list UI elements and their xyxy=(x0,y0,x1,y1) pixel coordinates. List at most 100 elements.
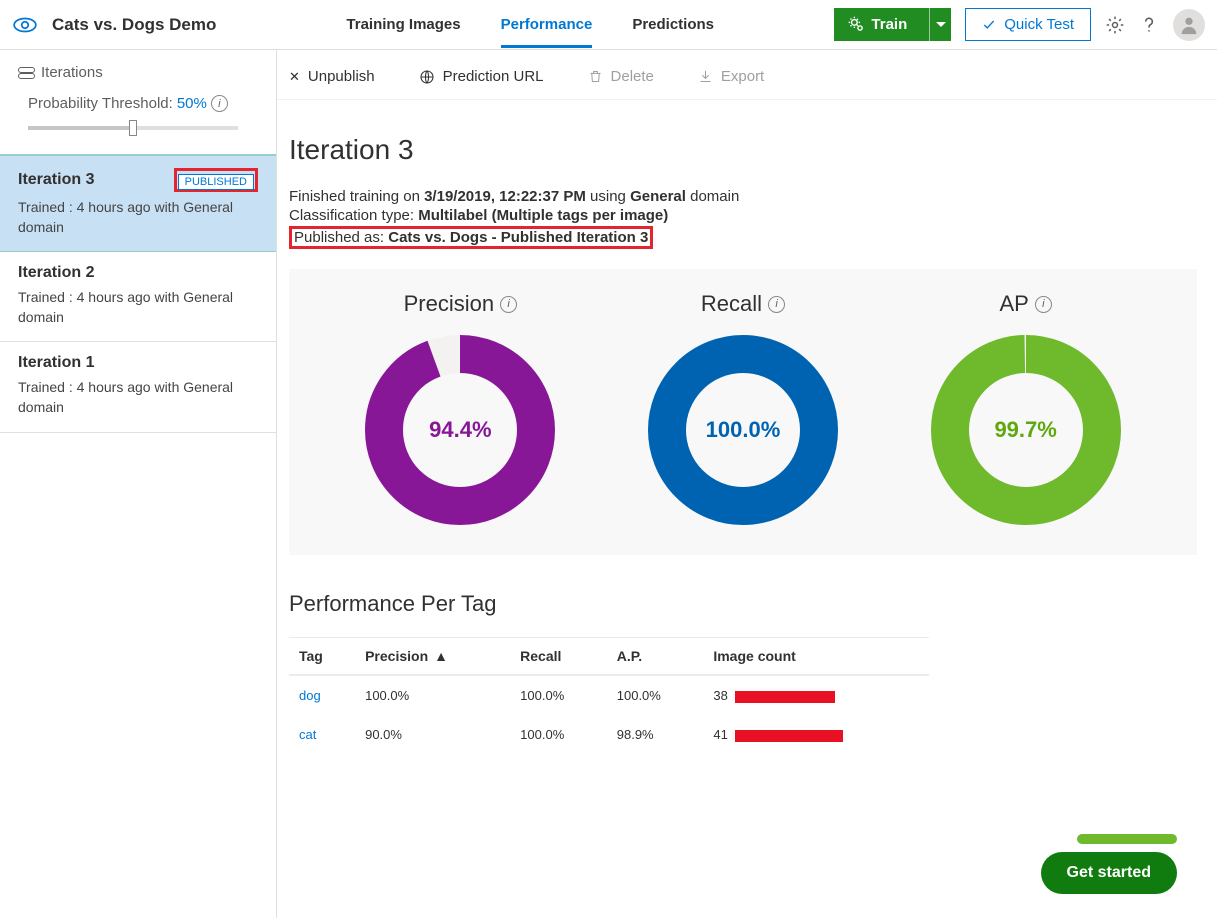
tag-link-cat[interactable]: cat xyxy=(299,727,316,742)
app-header: Cats vs. Dogs Demo Training Images Perfo… xyxy=(0,0,1217,50)
finished-training-line: Finished training on 3/19/2019, 12:22:37… xyxy=(289,188,1197,205)
help-icon[interactable] xyxy=(1139,15,1159,35)
precision-value: 94.4% xyxy=(365,335,555,525)
quick-test-label: Quick Test xyxy=(1004,16,1074,33)
close-icon xyxy=(289,68,300,85)
ap-value: 99.7% xyxy=(931,335,1121,525)
recall-info-icon[interactable]: i xyxy=(768,296,785,313)
quick-test-button[interactable]: Quick Test xyxy=(965,8,1091,41)
text: Published as: xyxy=(294,229,388,246)
logo-eye-icon xyxy=(12,12,38,38)
iteration-item-1[interactable]: Iteration 1 Trained : 4 hours ago with G… xyxy=(0,342,276,432)
export-label: Export xyxy=(721,68,764,85)
col-tag[interactable]: Tag xyxy=(289,638,355,676)
ap-info-icon[interactable]: i xyxy=(1035,296,1052,313)
threshold-row: Probability Threshold: 50% i xyxy=(0,89,276,126)
sidebar-header: Iterations xyxy=(0,50,276,89)
col-precision[interactable]: Precision▲ xyxy=(355,638,510,676)
trash-icon xyxy=(588,69,603,84)
ap-metric: AP i 99.7% xyxy=(906,291,1146,525)
tab-performance[interactable]: Performance xyxy=(501,2,593,48)
export-action: Export xyxy=(698,68,764,85)
iterations-icon xyxy=(18,67,33,79)
cell-ap: 98.9% xyxy=(607,715,704,754)
table-row: dog 100.0% 100.0% 100.0% 38 xyxy=(289,675,929,715)
header-tabs: Training Images Performance Predictions xyxy=(346,2,714,48)
tab-predictions[interactable]: Predictions xyxy=(632,2,714,48)
text: Finished training on xyxy=(289,188,424,205)
progress-pill xyxy=(1077,834,1177,844)
get-started-button[interactable]: Get started xyxy=(1041,852,1177,894)
delete-action: Delete xyxy=(588,68,654,85)
train-button[interactable]: Train xyxy=(834,8,951,41)
cell-precision: 90.0% xyxy=(355,715,510,754)
user-avatar[interactable] xyxy=(1173,9,1205,41)
col-ap[interactable]: A.P. xyxy=(607,638,704,676)
published-as-highlight: Published as: Cats vs. Dogs - Published … xyxy=(289,226,653,249)
tab-training-images[interactable]: Training Images xyxy=(346,2,460,48)
published-badge-highlight: PUBLISHED xyxy=(174,168,258,192)
train-button-label: Train xyxy=(871,16,907,33)
classification-type: Multilabel (Multiple tags per image) xyxy=(418,207,668,224)
precision-donut: 94.4% xyxy=(365,335,555,525)
threshold-slider[interactable] xyxy=(0,126,276,154)
cell-image-count: 38 xyxy=(703,675,929,715)
published-badge: PUBLISHED xyxy=(178,174,254,190)
caret-down-icon xyxy=(936,22,946,28)
text: Classification type: xyxy=(289,207,418,224)
threshold-info-icon[interactable]: i xyxy=(211,95,228,112)
recall-donut: 100.0% xyxy=(648,335,838,525)
ap-label: AP xyxy=(999,291,1028,317)
classification-type-line: Classification type: Multilabel (Multipl… xyxy=(289,207,1197,224)
table-row: cat 90.0% 100.0% 98.9% 41 xyxy=(289,715,929,754)
delete-label: Delete xyxy=(611,68,654,85)
main-content: Unpublish Prediction URL Delete Export I… xyxy=(277,50,1217,918)
check-icon xyxy=(982,18,996,32)
col-recall[interactable]: Recall xyxy=(510,638,607,676)
text: using xyxy=(586,188,630,205)
pertag-title: Performance Per Tag xyxy=(289,591,1197,617)
threshold-label: Probability Threshold: xyxy=(28,95,173,112)
iteration-item-2[interactable]: Iteration 2 Trained : 4 hours ago with G… xyxy=(0,252,276,342)
train-button-main[interactable]: Train xyxy=(834,16,929,33)
prediction-url-action[interactable]: Prediction URL xyxy=(419,68,544,85)
globe-icon xyxy=(419,69,435,85)
unpublish-action[interactable]: Unpublish xyxy=(289,68,375,85)
slider-thumb[interactable] xyxy=(129,120,137,136)
cell-recall: 100.0% xyxy=(510,715,607,754)
cell-precision: 100.0% xyxy=(355,675,510,715)
cell-ap: 100.0% xyxy=(607,675,704,715)
tag-link-dog[interactable]: dog xyxy=(299,688,321,703)
sidebar-header-label: Iterations xyxy=(41,64,103,81)
iteration-title: Iteration 3 xyxy=(289,134,1197,166)
iteration-item-3[interactable]: Iteration 3 PUBLISHED Trained : 4 hours … xyxy=(0,154,276,252)
pertag-table: Tag Precision▲ Recall A.P. Image count d… xyxy=(289,637,929,754)
col-image-count[interactable]: Image count xyxy=(703,638,929,676)
recall-label: Recall xyxy=(701,291,762,317)
unpublish-label: Unpublish xyxy=(308,68,375,85)
metrics-panel: Precisioni 94.4% Recalli 100.0% APi xyxy=(289,269,1197,555)
ap-donut: 99.7% xyxy=(931,335,1121,525)
sort-caret-up-icon: ▲ xyxy=(434,648,448,664)
precision-metric: Precision i 94.4% xyxy=(340,291,580,525)
recall-metric: Recalli 100.0% xyxy=(623,291,863,525)
iteration-name: Iteration 3 xyxy=(18,171,94,189)
precision-info-icon[interactable]: i xyxy=(500,296,517,313)
iteration-sub: Trained : 4 hours ago with General domai… xyxy=(18,288,258,327)
train-button-dropdown[interactable] xyxy=(929,8,951,41)
iterations-sidebar: Iterations Probability Threshold: 50% i … xyxy=(0,50,277,918)
training-domain: General xyxy=(630,188,686,205)
gears-icon xyxy=(848,16,865,33)
text: domain xyxy=(686,188,739,205)
published-as-line: Published as: Cats vs. Dogs - Published … xyxy=(289,226,1197,249)
threshold-value: 50% xyxy=(177,95,207,112)
project-title: Cats vs. Dogs Demo xyxy=(52,15,216,35)
published-as-value: Cats vs. Dogs - Published Iteration 3 xyxy=(388,229,648,246)
count-bar xyxy=(735,691,835,703)
precision-label: Precision xyxy=(404,291,494,317)
cell-image-count: 41 xyxy=(703,715,929,754)
recall-value: 100.0% xyxy=(648,335,838,525)
download-icon xyxy=(698,69,713,84)
settings-gear-icon[interactable] xyxy=(1105,15,1125,35)
training-time: 3/19/2019, 12:22:37 PM xyxy=(424,188,586,205)
